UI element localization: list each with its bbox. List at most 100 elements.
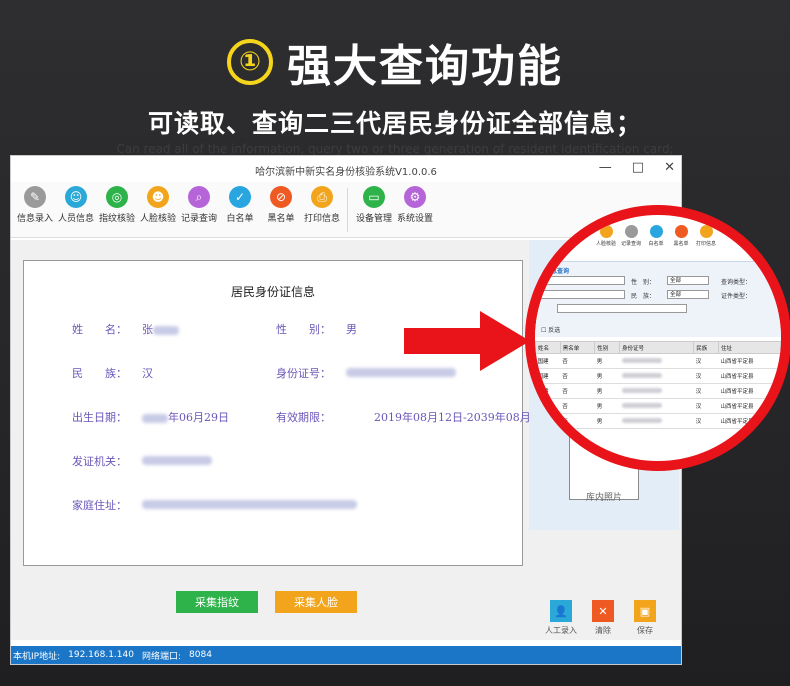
save-button[interactable]: ▣ 保存 — [625, 600, 665, 636]
save-icon: ▣ — [634, 600, 656, 622]
zoomed-toolbar-item[interactable]: 白名单 — [645, 225, 667, 247]
name-label: 姓 名： — [72, 323, 127, 336]
table-cell — [619, 368, 694, 384]
column-header[interactable]: 姓名 — [535, 341, 561, 354]
toolbar-sys-1-button[interactable]: ⚙ 系统设置 — [395, 186, 435, 224]
headline: ① 强大查询功能 — [0, 30, 790, 94]
table-cell: 否 — [560, 398, 595, 414]
zoomed-toolbar-item[interactable]: 记录查询 — [620, 225, 642, 247]
search-icon: ⌕ — [188, 186, 210, 208]
close-button[interactable]: ✕ — [664, 160, 675, 175]
table-cell: 山西省平定县 — [718, 398, 781, 414]
reverse-select-checkbox[interactable]: ☐ 反选 — [541, 325, 560, 334]
toolbar-main-4-button[interactable]: ⌕ 记录查询 — [179, 186, 219, 224]
id-card-panel: 居民身份证信息 姓 名： 张 性 别： 男 民 族： 汉 身份证号： 出生日期：… — [23, 260, 556, 566]
query-name-input[interactable] — [541, 276, 625, 285]
toolbar-main-0-button[interactable]: ✎ 信息录入 — [15, 186, 55, 224]
collect-face-button[interactable]: 采集人脸 — [275, 591, 357, 613]
query-id-input[interactable] — [541, 290, 625, 299]
gender-label: 性 别： — [276, 323, 331, 336]
column-header[interactable]: 住址 — [718, 341, 781, 354]
column-header[interactable]: 身份证号 — [619, 341, 695, 354]
column-header[interactable]: 民族 — [693, 341, 720, 354]
print-icon: ⎙ — [311, 186, 333, 208]
table-row[interactable]: 国建否男 汉山西省平定县 — [535, 353, 781, 369]
port-value: 8084 — [189, 650, 212, 660]
table-cell: 国建 — [535, 368, 561, 384]
table-cell — [535, 413, 561, 429]
id-number-value — [346, 365, 456, 378]
ip-value: 192.168.1.140 — [68, 650, 134, 660]
stored-photo-label: 库内照片 — [585, 493, 622, 503]
toolbar-label: 系统设置 — [396, 214, 433, 224]
table-cell — [619, 383, 694, 399]
table-cell: 男 — [594, 398, 620, 414]
maximize-button[interactable]: □ — [632, 160, 644, 175]
table-cell — [535, 398, 561, 414]
toolbar-separator — [347, 188, 348, 232]
clear-button[interactable]: ✕ 清除 — [583, 600, 623, 636]
query-gender-select[interactable]: 全部 — [667, 276, 709, 285]
table-cell: 汉 — [693, 398, 719, 414]
toolbar-label: 指纹核验 — [98, 214, 135, 224]
pointer-arrow-shaft — [404, 328, 484, 354]
toolbar-sys-0-button[interactable]: ▭ 设备管理 — [354, 186, 394, 224]
zoomed-toolbar-item[interactable]: 黑名单 — [670, 225, 692, 247]
table-cell: 否 — [560, 383, 595, 399]
table-cell: 汉 — [693, 383, 719, 399]
zoomed-toolbar-item[interactable]: 人脸核验 — [595, 225, 617, 247]
table-cell — [619, 398, 694, 414]
zoomed-toolbar-item[interactable]: 打印信息 — [695, 225, 717, 247]
port-label: 网络端口: — [141, 651, 182, 662]
table-cell: 汉 — [693, 353, 719, 369]
status-bar: 本机IP地址: 192.168.1.140 网络端口: 8084 — [11, 646, 681, 664]
toolbar-label: 人脸核验 — [139, 214, 176, 224]
gender-value: 男 — [346, 323, 357, 336]
table-cell: 山西省平定县 — [718, 368, 781, 384]
toolbar-circle-icon — [624, 225, 638, 238]
toolbar-circle-icon — [599, 225, 613, 238]
table-row[interactable]: 否男 汉山西省平定县 — [535, 398, 781, 414]
table-row[interactable]: 否男 汉山西省平定县 — [535, 413, 781, 429]
table-cell — [619, 353, 694, 369]
toolbar-main-6-button[interactable]: ⊘ 黑名单 — [261, 186, 301, 224]
minimize-button[interactable]: — — [599, 160, 612, 175]
address-value — [142, 497, 357, 510]
table-cell: 汉 — [693, 368, 719, 384]
table-cell: 山西省平定县 — [718, 413, 781, 429]
fingerprint-icon: ◎ — [106, 186, 128, 208]
table-cell: 山西省平定县 — [718, 353, 781, 369]
toolbar-main-5-button[interactable]: ✓ 白名单 — [220, 186, 260, 224]
headline-text: 强大查询功能 — [287, 41, 563, 92]
toolbar-main-1-button[interactable]: ☺ 人员信息 — [56, 186, 96, 224]
birth-label: 出生日期： — [72, 411, 127, 424]
window-title: 哈尔滨新中新实名身份核验系统V1.0.0.6 — [255, 167, 437, 178]
query-address-input[interactable] — [557, 304, 687, 313]
column-header[interactable]: 黑名单 — [559, 341, 596, 354]
toolbar-label: 记录查询 — [180, 214, 217, 224]
table-cell: 男 — [594, 353, 620, 369]
table-cell — [619, 413, 694, 429]
face-icon: ☻ — [147, 186, 169, 208]
zoomed-toolbar: 人脸核验 记录查询 白名单 黑名单 打印信息 — [595, 225, 717, 247]
id-number-label: 身份证号： — [276, 367, 331, 380]
query-type-label: 查询类型： — [721, 279, 752, 286]
toolbar-main-3-button[interactable]: ☻ 人脸核验 — [138, 186, 178, 224]
magnifier-callout: 人脸核验 记录查询 白名单 黑名单 打印信息 信息查询 性 别： 全部 民 族： 全部 … — [525, 205, 790, 471]
ip-label: 本机IP地址: — [13, 651, 61, 662]
table-row[interactable]: 国建否男 汉山西省平定县 — [535, 383, 781, 399]
column-header[interactable]: 性别 — [594, 341, 621, 354]
toolbar-main-7-button[interactable]: ⎙ 打印信息 — [302, 186, 342, 224]
collect-fingerprint-button[interactable]: 采集指纹 — [176, 591, 258, 613]
toolbar-main-2-button[interactable]: ◎ 指纹核验 — [97, 186, 137, 224]
pointer-arrow-head — [480, 311, 530, 371]
gear-icon: ⚙ — [404, 186, 426, 208]
ethnicity-value: 汉 — [142, 367, 153, 380]
table-cell: 国建 — [535, 383, 561, 399]
manual-entry-button[interactable]: 👤 人工录入 — [541, 600, 581, 636]
table-row[interactable]: 国建否男 汉山西省平定县 — [535, 368, 781, 384]
id-type-label: 证件类型： — [721, 293, 752, 300]
id-card-title: 居民身份证信息 — [230, 285, 315, 299]
birth-value: 年06月29日 — [142, 409, 229, 425]
query-ethnicity-select[interactable]: 全部 — [667, 290, 709, 299]
